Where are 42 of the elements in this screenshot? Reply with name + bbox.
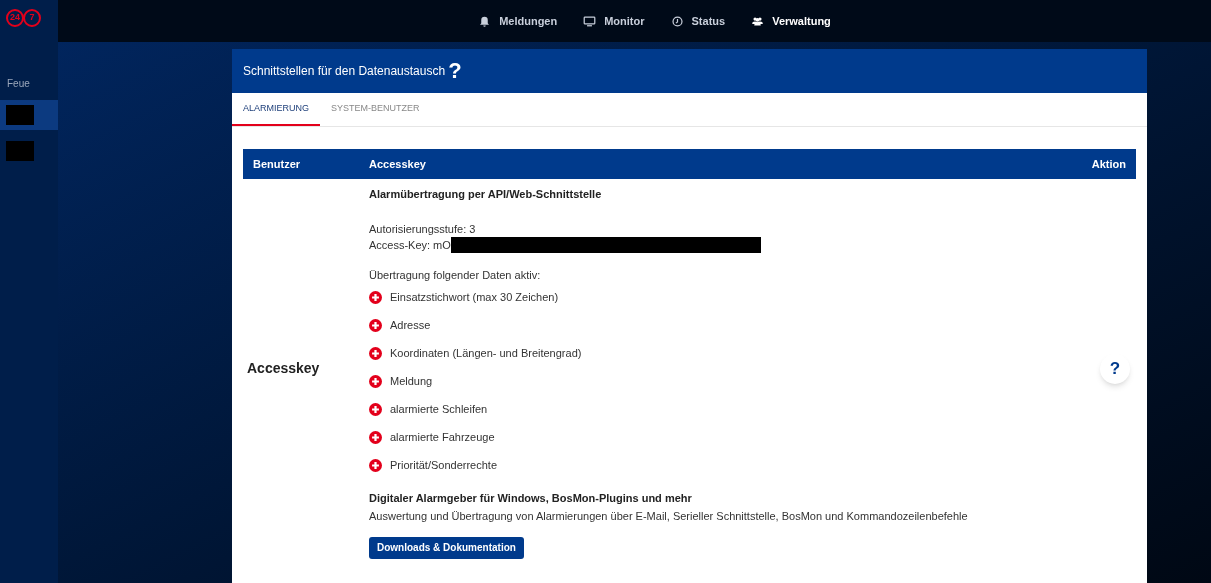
plus-circle-icon bbox=[369, 403, 382, 416]
redaction-block bbox=[6, 141, 34, 161]
section-heading: Digitaler Alarmgeber für Windows, BosMon-Plugins und mehr bbox=[369, 490, 693, 506]
sidebar-label: Feue bbox=[6, 77, 31, 91]
list-item-text: Meldung bbox=[390, 374, 433, 390]
list-item-text: alarmierte Fahrzeuge bbox=[390, 430, 495, 446]
section-heading: Alarmübertragung per API/Web-Schnittstelle bbox=[369, 187, 603, 202]
text-line: Autorisierungsstufe: 3 bbox=[369, 221, 477, 237]
plus-circle-icon bbox=[369, 347, 382, 360]
column-header: Aktion bbox=[1091, 156, 1126, 172]
plus-circle-icon bbox=[369, 459, 382, 472]
column-header: Benutzer bbox=[253, 156, 302, 172]
bell-icon bbox=[478, 14, 492, 28]
nav-link[interactable]: Monitor bbox=[583, 12, 645, 30]
text-line: Übertragung folgender Daten aktiv: bbox=[369, 268, 542, 283]
nav-link[interactable]: Status bbox=[670, 12, 726, 30]
sidebar-item[interactable] bbox=[0, 100, 58, 130]
monitor-icon bbox=[583, 14, 597, 28]
plus-circle-icon bbox=[369, 319, 382, 332]
field-label: Access-Key: bbox=[369, 237, 432, 253]
redaction-block bbox=[6, 105, 34, 125]
list-item-text: Priorität/Sonderrechte bbox=[390, 458, 497, 474]
tab[interactable]: ALARMIERUNG bbox=[232, 93, 320, 126]
help-button[interactable]: ? bbox=[1100, 353, 1130, 384]
list-item-text: Koordinaten (Längen- und Breitengrad) bbox=[390, 346, 582, 362]
field-value: mO bbox=[433, 237, 451, 253]
table-cell-text: Accesskey bbox=[247, 359, 321, 379]
list-item-text: Einsatzstichwort (max 30 Zeichen) bbox=[390, 290, 559, 306]
plus-circle-icon bbox=[369, 291, 382, 304]
tab[interactable]: SYSTEM-BENUTZER bbox=[320, 93, 431, 126]
nav-link[interactable]: Verwaltung bbox=[751, 12, 831, 30]
column-header: Accesskey bbox=[369, 156, 427, 172]
clock-icon bbox=[670, 14, 684, 28]
plus-circle-icon bbox=[369, 375, 382, 388]
help-icon[interactable]: ? bbox=[448, 60, 462, 82]
nav-link[interactable]: Meldungen bbox=[478, 12, 558, 30]
plus-circle-icon bbox=[369, 431, 382, 444]
list-item-text: alarmierte Schleifen bbox=[390, 402, 488, 418]
card-title: Schnittstellen für den Datenaustausch bbox=[243, 63, 446, 80]
downloads-button[interactable]: Downloads & Dokumentation bbox=[369, 536, 524, 559]
list-item-text: Adresse bbox=[390, 318, 431, 334]
text-line: Auswertung und Übertragung von Alarmierungen über E-Mail, Serieller Schnittstelle, BosMon und Kommandozeilenbefehle bbox=[369, 509, 969, 524]
